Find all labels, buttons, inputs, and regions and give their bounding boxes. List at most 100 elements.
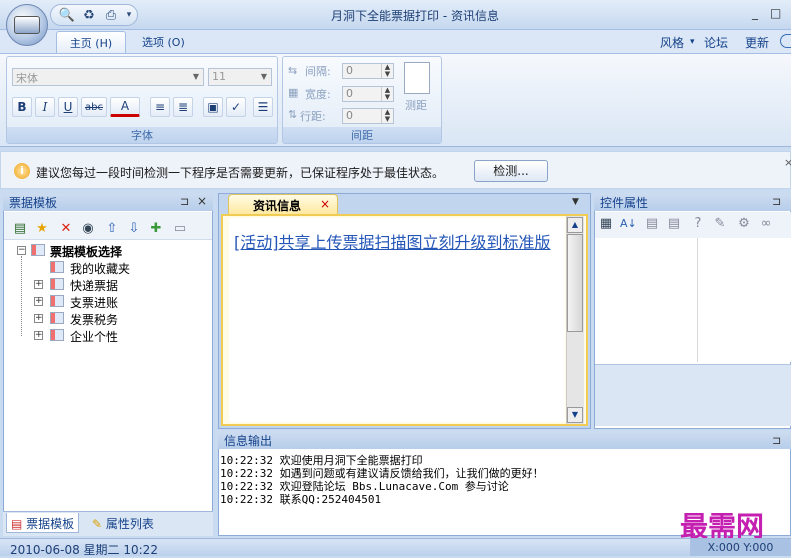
maximize-button[interactable]: □ — [770, 6, 781, 20]
news-link[interactable]: [活动]共享上传票据扫描图立刻升级到标准版 — [234, 233, 559, 253]
pin-icon[interactable]: ⊐ — [772, 195, 781, 208]
delete-icon[interactable]: ✕ — [58, 221, 74, 237]
style-menu[interactable]: 风格 — [660, 34, 684, 51]
events-icon[interactable]: ▤ — [666, 216, 682, 232]
print-preview-icon[interactable]: 🔍 — [58, 6, 76, 24]
align-right-icon[interactable]: ≣ — [173, 97, 193, 117]
image-icon[interactable]: ▣ — [203, 97, 223, 117]
add-icon[interactable]: ✚ — [148, 221, 164, 237]
spacing-group-label: 间距 — [283, 127, 441, 143]
strikethrough-button[interactable]: abc — [81, 97, 107, 117]
properties-icon[interactable]: ▤ — [644, 216, 660, 232]
line-spacing-spinner[interactable]: 0 ▲ ▼ — [342, 108, 394, 124]
close-tab-icon[interactable]: × — [320, 197, 330, 211]
tree-item-invoice[interactable]: 发票税务 — [70, 311, 118, 328]
tree-root[interactable]: 票据模板选择 — [50, 243, 122, 260]
collapse-icon[interactable]: ▭ — [172, 221, 188, 237]
scroll-up-icon[interactable]: ▲ — [567, 217, 583, 233]
output-panel-title: 信息输出 — [224, 434, 273, 448]
font-color-button[interactable]: A — [110, 97, 140, 117]
printer-icon — [14, 16, 40, 34]
font-name-value: 宋体 — [16, 72, 38, 85]
scroll-down-icon[interactable]: ▼ — [567, 407, 583, 423]
tab-list-dropdown-icon[interactable]: ▼ — [572, 197, 579, 207]
print-icon[interactable]: ⎙ — [102, 6, 120, 24]
tree-guide-line — [21, 256, 22, 336]
template-panel-title: 票据模板 — [9, 196, 58, 210]
check-update-button[interactable]: 检测... — [474, 160, 548, 182]
folder-icon — [50, 278, 64, 290]
italic-button[interactable]: I — [35, 97, 55, 117]
expand-toggle-icon[interactable]: + — [34, 297, 43, 306]
tree-item-favorites[interactable]: 我的收藏夹 — [70, 260, 130, 277]
move-up-icon[interactable]: ⇧ — [104, 221, 120, 237]
property-grid[interactable] — [595, 238, 791, 362]
categorized-icon[interactable]: ▦ — [598, 216, 614, 232]
output-line: 10:22:32 联系QQ:252404501 — [220, 493, 382, 506]
folder-icon — [50, 329, 64, 341]
close-icon[interactable]: × — [197, 194, 207, 208]
tree-item-express[interactable]: 快递票据 — [70, 277, 118, 294]
expand-toggle-icon[interactable]: + — [34, 314, 43, 323]
tree-item-cheque[interactable]: 支票进账 — [70, 294, 118, 311]
expand-toggle-icon[interactable]: + — [34, 331, 43, 340]
font-group-label: 字体 — [7, 127, 277, 143]
tab-options[interactable]: 选项 (O) — [132, 31, 195, 53]
property-description — [595, 364, 791, 426]
line-spacing-value: 0 — [346, 109, 353, 122]
font-size-combo[interactable]: 11 ▼ — [208, 68, 272, 86]
move-down-icon[interactable]: ⇩ — [126, 221, 142, 237]
minimize-button[interactable]: _ — [752, 6, 758, 20]
tab-template[interactable]: ▤ 票据模板 — [6, 513, 80, 533]
chevron-down-icon: ▼ — [192, 72, 200, 81]
spinner-arrows-icon[interactable]: ▲ ▼ — [381, 87, 393, 101]
view-eye-icon[interactable]: ◉ — [80, 221, 96, 237]
app-menu-button[interactable] — [6, 4, 48, 46]
forum-link[interactable]: 论坛 — [704, 34, 728, 51]
info-icon: i — [14, 163, 30, 179]
width-value: 0 — [346, 87, 353, 100]
close-infobar-icon[interactable]: × — [784, 156, 791, 169]
align-left-icon[interactable]: ≡ — [150, 97, 170, 117]
new-template-icon[interactable]: ▤ — [12, 221, 28, 237]
spinner-arrows-icon[interactable]: ▲ ▼ — [381, 109, 393, 123]
favorite-star-icon[interactable]: ★ — [34, 221, 50, 237]
link-icon[interactable]: ∞ — [758, 216, 774, 232]
help-query-icon[interactable]: ? — [690, 216, 706, 232]
update-link[interactable]: 更新 — [745, 34, 769, 51]
info-message: 建议您每过一段时间检测一下程序是否需要更新，已保证程序处于最佳状态。 — [36, 166, 445, 180]
width-icon: ▦ — [288, 86, 299, 99]
sort-az-icon[interactable]: A↓ — [620, 216, 637, 232]
status-datetime: 2010-06-08 星期二 10:22 — [10, 543, 158, 557]
tree-item-enterprise[interactable]: 企业个性 — [70, 328, 118, 345]
settings-icon[interactable]: ⚙ — [736, 216, 752, 232]
template-tab-icon: ▤ — [11, 517, 23, 531]
measure-icon[interactable] — [404, 62, 430, 94]
refresh-icon[interactable]: ♻ — [80, 6, 98, 24]
text-box-icon[interactable]: ☰ — [253, 97, 273, 117]
line-spacing-label: 行距: — [300, 110, 326, 123]
customize-qat-icon[interactable]: ▾ — [124, 6, 134, 24]
font-name-combo[interactable]: 宋体 ▼ — [12, 68, 204, 86]
folder-icon — [31, 244, 45, 256]
measure-label[interactable]: 测距 — [405, 97, 427, 113]
underline-button[interactable]: U — [58, 97, 78, 117]
width-spinner[interactable]: 0 ▲ ▼ — [342, 86, 394, 102]
interval-icon: ⇆ — [288, 64, 298, 77]
pin-icon[interactable]: ⊐ — [772, 434, 781, 447]
scroll-thumb[interactable] — [567, 234, 583, 332]
expand-toggle-icon[interactable]: + — [34, 280, 43, 289]
tab-home[interactable]: 主页 (H) — [56, 31, 126, 53]
style-dropdown-icon[interactable]: ▾ — [690, 37, 695, 47]
folder-icon — [50, 261, 64, 273]
interval-spinner[interactable]: 0 ▲ ▼ — [342, 63, 394, 79]
help-icon[interactable] — [780, 34, 791, 48]
spinner-arrows-icon[interactable]: ▲ ▼ — [381, 64, 393, 78]
window-title: 月洞下全能票据打印 - 资讯信息 — [331, 9, 499, 23]
tab-properties[interactable]: ✎ 属性列表 — [88, 513, 158, 533]
collapse-toggle-icon[interactable]: − — [17, 246, 26, 255]
pin-icon[interactable]: ⊐ — [180, 195, 189, 208]
edit-icon[interactable]: ✎ — [712, 216, 728, 232]
bold-button[interactable]: B — [12, 97, 32, 117]
spellcheck-icon[interactable]: ✓ — [226, 97, 246, 117]
